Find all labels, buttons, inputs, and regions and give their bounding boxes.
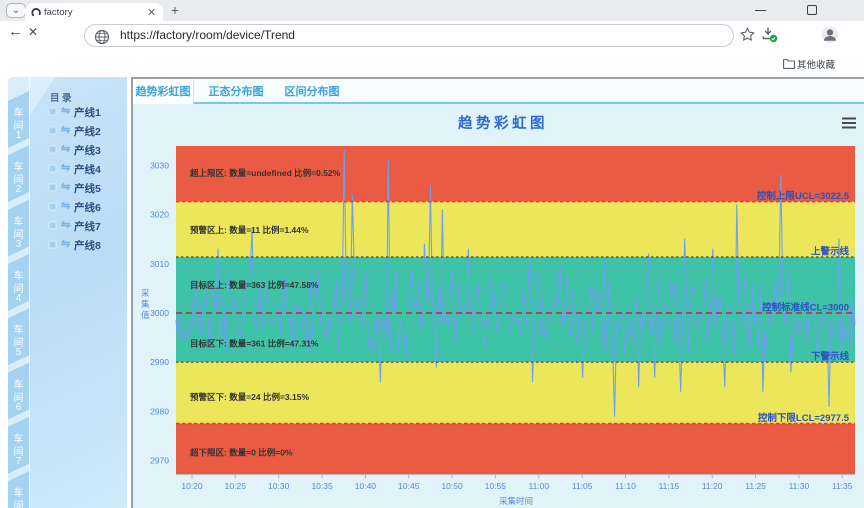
svg-text:值: 值 — [141, 310, 150, 320]
svg-text:控制标准线CL=3000: 控制标准线CL=3000 — [762, 302, 849, 314]
svg-text:10:40: 10:40 — [355, 481, 377, 491]
svg-text:11:10: 11:10 — [615, 481, 636, 491]
svg-text:超下限区: 数量=0 比例=0%: 超下限区: 数量=0 比例=0% — [189, 448, 293, 458]
svg-text:11:20: 11:20 — [702, 481, 723, 491]
svg-text:3020: 3020 — [150, 210, 169, 220]
svg-text:下警示线: 下警示线 — [811, 351, 850, 363]
svg-text:上警示线: 上警示线 — [811, 246, 850, 258]
svg-text:超上限区: 数量=undefined 比例=0.52%: 超上限区: 数量=undefined 比例=0.52% — [189, 168, 341, 178]
svg-text:2980: 2980 — [150, 406, 169, 416]
svg-text:10:20: 10:20 — [181, 481, 203, 491]
svg-text:3000: 3000 — [150, 308, 169, 318]
svg-text:10:50: 10:50 — [441, 481, 463, 491]
svg-text:10:55: 10:55 — [485, 481, 507, 491]
svg-text:采集时间: 采集时间 — [499, 496, 533, 506]
svg-text:控制上限UCL=3022.5: 控制上限UCL=3022.5 — [757, 190, 850, 202]
svg-text:10:30: 10:30 — [268, 481, 290, 491]
svg-text:11:05: 11:05 — [572, 481, 593, 491]
svg-text:趋势彩虹图: 趋势彩虹图 — [458, 114, 548, 132]
svg-text:2970: 2970 — [150, 456, 169, 466]
svg-text:2990: 2990 — [150, 357, 169, 367]
svg-text:集: 集 — [141, 299, 150, 309]
svg-text:11:30: 11:30 — [789, 481, 810, 491]
svg-text:采: 采 — [141, 288, 150, 298]
svg-text:控制下限LCL=2977.5: 控制下限LCL=2977.5 — [758, 412, 850, 424]
svg-text:11:25: 11:25 — [745, 481, 766, 491]
svg-text:预警区下: 数量=24 比例=3.15%: 预警区下: 数量=24 比例=3.15% — [190, 392, 309, 402]
svg-text:11:15: 11:15 — [659, 481, 680, 491]
svg-text:10:25: 10:25 — [225, 481, 247, 491]
svg-text:10:45: 10:45 — [398, 481, 420, 491]
svg-text:3030: 3030 — [150, 160, 169, 170]
svg-text:预警区上: 数量=11 比例=1.44%: 预警区上: 数量=11 比例=1.44% — [190, 225, 309, 235]
svg-text:11:00: 11:00 — [528, 481, 549, 491]
svg-text:3010: 3010 — [150, 259, 169, 269]
svg-text:11:35: 11:35 — [832, 481, 853, 491]
svg-text:目标区下: 数量=361 比例=47.31%: 目标区下: 数量=361 比例=47.31% — [190, 339, 319, 349]
svg-text:目标区上: 数量=363 比例=47.58%: 目标区上: 数量=363 比例=47.58% — [190, 280, 319, 290]
svg-text:10:35: 10:35 — [311, 481, 333, 491]
